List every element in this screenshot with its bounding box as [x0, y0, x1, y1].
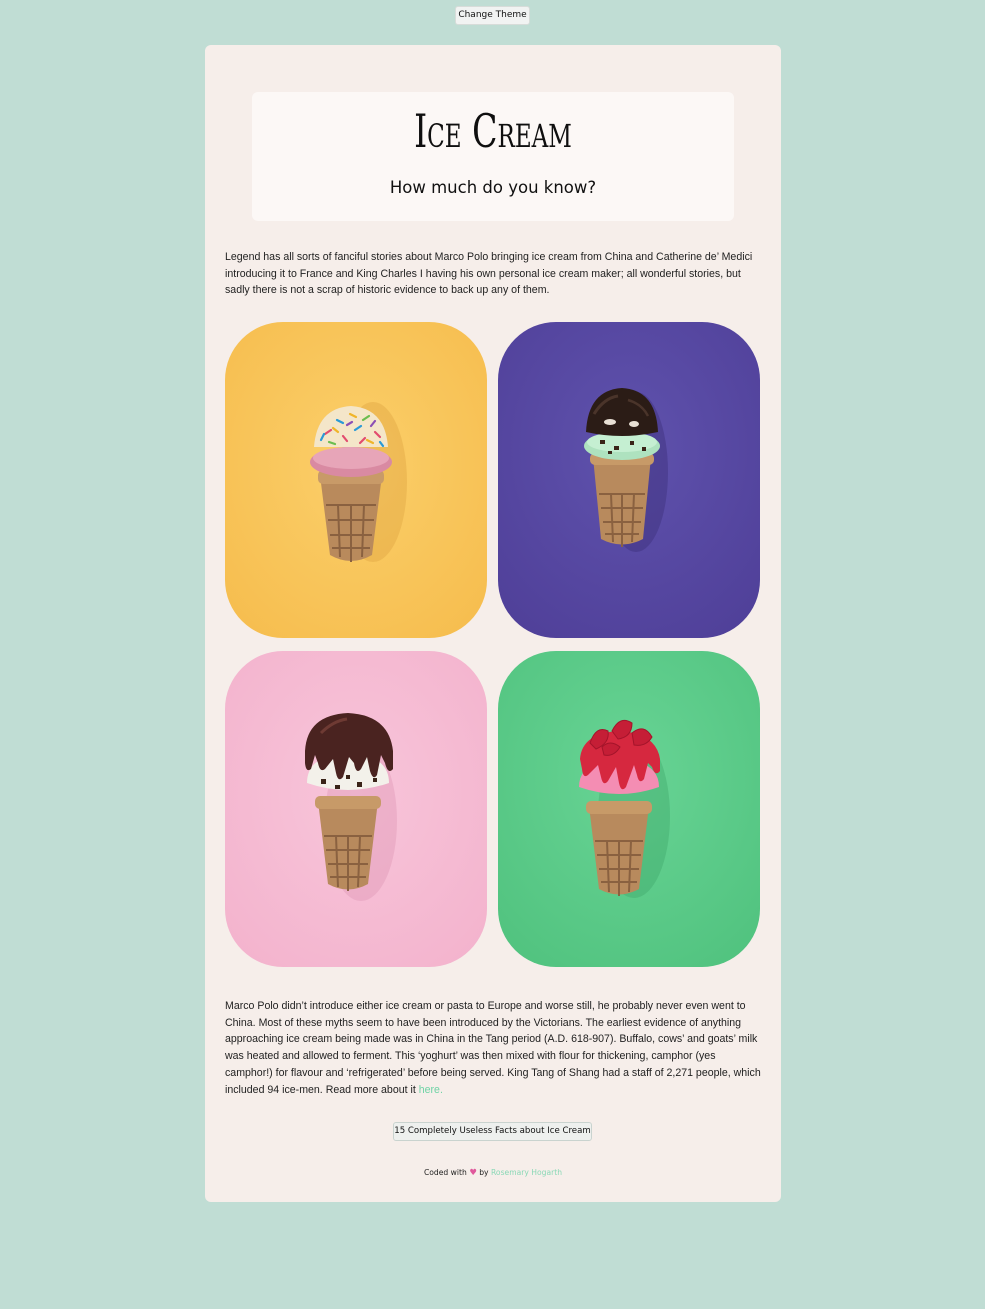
ice-cream-image-mint-chip: [498, 322, 760, 638]
read-more-link[interactable]: here.: [419, 1084, 443, 1096]
ice-cream-image-chocolate-drizzle: [225, 651, 487, 967]
content-card: Ice Cream How much do you know? Legend h…: [205, 45, 781, 1202]
page-title: Ice Cream: [414, 104, 572, 158]
useless-facts-button[interactable]: 15 Completely Useless Facts about Ice Cr…: [393, 1122, 592, 1141]
author-link[interactable]: Rosemary Hogarth: [491, 1168, 562, 1177]
intro-paragraph: Legend has all sorts of fanciful stories…: [225, 251, 753, 297]
heart-icon: ♥: [469, 1168, 477, 1178]
footer-prefix: Coded with: [423, 1168, 467, 1177]
ice-cream-image-strawberry: [498, 651, 760, 967]
footer-by: by: [479, 1168, 489, 1177]
ice-cream-image-sprinkles: [225, 322, 487, 638]
page-subtitle: How much do you know?: [389, 178, 597, 197]
change-theme-button[interactable]: Change Theme: [455, 6, 530, 25]
history-text: Marco Polo didn’t introduce either ice c…: [225, 1000, 761, 1096]
history-paragraph: Marco Polo didn’t introduce either ice c…: [225, 998, 765, 1098]
title-panel: Ice Cream How much do you know?: [252, 92, 734, 221]
footer-credit: Coded with ♥ by Rosemary Hogarth: [205, 1168, 781, 1178]
